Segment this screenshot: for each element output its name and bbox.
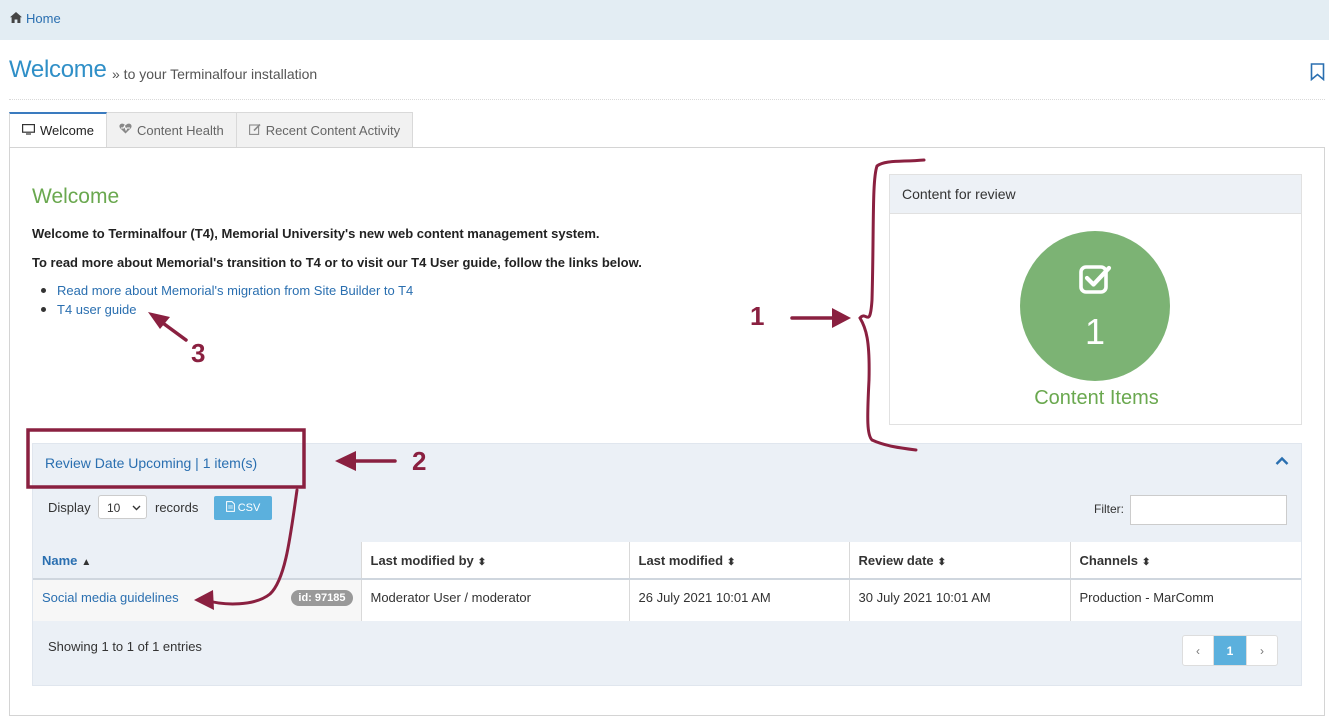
checkbox-checked-icon — [1079, 265, 1112, 294]
pagination-prev[interactable]: ‹ — [1183, 636, 1214, 665]
sort-icon: ⬍ — [727, 556, 736, 568]
column-name-label: Name — [42, 552, 78, 568]
review-caption[interactable]: Content Items — [890, 387, 1303, 410]
sort-icon: ⬍ — [477, 556, 487, 568]
tab-recent-content-activity[interactable]: Recent Content Activity — [236, 112, 414, 148]
page-title: Welcome — [9, 56, 107, 83]
tab-recent-content-activity-label: Recent Content Activity — [265, 122, 401, 138]
csv-label: CSV — [237, 502, 261, 514]
monitor-icon — [22, 123, 36, 138]
link-user-guide[interactable]: T4 user guide — [40, 302, 413, 321]
link-migration[interactable]: Read more about Memorial's migration fro… — [40, 283, 413, 302]
title-divider — [9, 99, 1325, 100]
records-label: records — [155, 500, 199, 515]
column-last-modified[interactable]: Last modified ⬍ — [629, 542, 850, 580]
content-name-link[interactable]: Social media guidelines — [42, 590, 179, 605]
review-upcoming-panel: Review Date Upcoming | 1 item(s) Display… — [32, 443, 1302, 686]
edit-icon — [248, 123, 261, 138]
csv-export-button[interactable]: CSV — [214, 496, 272, 520]
review-table: Name ▲ Last modified by ⬍ Last modified ⬍ R… — [33, 542, 1301, 621]
page-subtitle: » to your Terminalfour installation — [112, 66, 318, 82]
column-channels-label: Channels — [1079, 552, 1139, 568]
review-count-circle[interactable]: 1 — [1020, 231, 1170, 381]
home-label: Home — [26, 11, 61, 26]
table-header-row: Name ▲ Last modified by ⬍ Last modified ⬍ R… — [33, 542, 1301, 580]
column-review-date[interactable]: Review date ⬍ — [849, 542, 1071, 580]
column-last-modified-by-label: Last modified by — [370, 552, 474, 568]
display-label: Display — [48, 500, 91, 515]
home-icon — [10, 11, 22, 26]
table-info: Showing 1 to 1 of 1 entries — [48, 639, 202, 654]
file-icon — [225, 501, 235, 515]
display-records-value: 10 — [107, 501, 121, 515]
chevron-up-icon[interactable] — [1275, 456, 1289, 466]
bookmark-icon[interactable] — [1310, 63, 1325, 81]
tab-bar: Welcome Content Health Recent Content Ac… — [9, 112, 414, 148]
annotation-label-3: 3 — [191, 338, 206, 368]
column-last-modified-by[interactable]: Last modified by ⬍ — [361, 542, 630, 580]
cell-modified-by: Moderator User / moderator — [361, 579, 630, 621]
tab-welcome[interactable]: Welcome — [9, 112, 107, 148]
annotation-label-2: 2 — [412, 446, 427, 476]
review-upcoming-title[interactable]: Review Date Upcoming | 1 item(s) — [45, 455, 257, 471]
cell-name: Social media guidelines id: 97185 — [33, 579, 362, 621]
id-badge: id: 97185 — [291, 590, 353, 606]
column-name[interactable]: Name ▲ — [33, 542, 362, 580]
welcome-links: Read more about Memorial's migration fro… — [40, 283, 413, 321]
top-bar: Home — [0, 0, 1329, 40]
annotation-label-1: 1 — [750, 301, 765, 331]
column-channels[interactable]: Channels ⬍ — [1070, 542, 1301, 580]
pagination: ‹ 1 › — [1182, 635, 1278, 666]
content-for-review-title: Content for review — [890, 175, 1301, 214]
cell-review-date: 30 July 2021 10:01 AM — [849, 579, 1071, 621]
display-records-select[interactable]: 10 — [98, 495, 147, 519]
column-review-date-label: Review date — [858, 552, 934, 568]
filter-label: Filter: — [1094, 502, 1124, 516]
intro-text: Welcome to Terminalfour (T4), Memorial U… — [32, 226, 600, 241]
sort-asc-icon: ▲ — [81, 556, 92, 568]
review-count: 1 — [1084, 311, 1106, 352]
filter-input[interactable] — [1130, 495, 1287, 525]
column-last-modified-label: Last modified — [638, 552, 724, 568]
table-row: Social media guidelines id: 97185 Modera… — [33, 579, 1301, 621]
pagination-page-1[interactable]: 1 — [1214, 636, 1246, 665]
sort-icon: ⬍ — [937, 556, 947, 568]
tab-content-health-label: Content Health — [136, 122, 224, 138]
heartbeat-icon — [119, 123, 132, 137]
pagination-next[interactable]: › — [1246, 636, 1277, 665]
breadcrumb-home[interactable]: Home — [10, 11, 61, 26]
intro-text-links: To read more about Memorial's transition… — [32, 255, 642, 270]
content-for-review-panel: Content for review 1 Content Items — [889, 174, 1302, 425]
cell-channels: Production - MarComm — [1079, 590, 1214, 605]
tab-welcome-label: Welcome — [40, 123, 94, 138]
welcome-heading: Welcome — [32, 185, 120, 208]
cell-last-modified: 26 July 2021 10:01 AM — [629, 579, 850, 621]
chevron-down-icon — [132, 505, 141, 511]
tab-content-health[interactable]: Content Health — [106, 112, 237, 148]
sort-icon: ⬍ — [1142, 556, 1151, 568]
